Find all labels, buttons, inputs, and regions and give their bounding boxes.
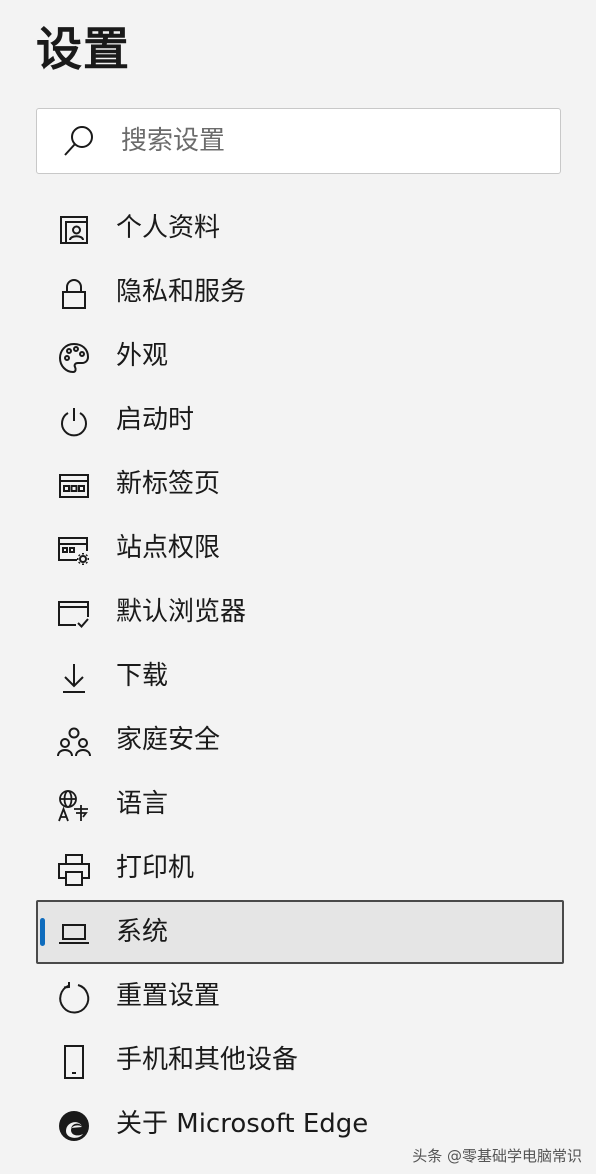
nav-item-label: 个人资料 bbox=[116, 213, 221, 243]
nav-item-label: 语言 bbox=[116, 789, 169, 819]
edge-icon bbox=[56, 1108, 92, 1144]
nav-item-label: 隐私和服务 bbox=[116, 277, 247, 307]
nav-item-label: 默认浏览器 bbox=[116, 597, 247, 627]
nav-item-printers[interactable]: 打印机 bbox=[36, 836, 564, 900]
page-title: 设置 bbox=[36, 22, 130, 76]
nav-item-label: 启动时 bbox=[116, 405, 195, 435]
profile-icon bbox=[56, 212, 92, 248]
nav-item-label: 重置设置 bbox=[116, 981, 221, 1011]
nav-item-label: 打印机 bbox=[116, 853, 195, 883]
nav-item-label: 关于 Microsoft Edge bbox=[116, 1109, 369, 1139]
search-input[interactable] bbox=[119, 125, 523, 157]
nav-item-label: 家庭安全 bbox=[116, 725, 221, 755]
nav-item-privacy[interactable]: 隐私和服务 bbox=[36, 260, 564, 324]
nav-item-profile[interactable]: 个人资料 bbox=[36, 196, 564, 260]
nav-item-label: 系统 bbox=[116, 917, 169, 947]
site-permissions-icon bbox=[56, 532, 92, 568]
nav-item-default-browser[interactable]: 默认浏览器 bbox=[36, 580, 564, 644]
nav-item-startup[interactable]: 启动时 bbox=[36, 388, 564, 452]
nav-item-label: 手机和其他设备 bbox=[116, 1045, 299, 1075]
new-tab-icon bbox=[56, 468, 92, 504]
nav-item-label: 站点权限 bbox=[116, 533, 221, 563]
selected-indicator bbox=[40, 918, 45, 946]
default-browser-icon bbox=[56, 596, 92, 632]
power-icon bbox=[56, 404, 92, 440]
nav-item-downloads[interactable]: 下载 bbox=[36, 644, 564, 708]
laptop-icon bbox=[56, 916, 92, 952]
nav-item-family-safety[interactable]: 家庭安全 bbox=[36, 708, 564, 772]
lock-icon bbox=[56, 276, 92, 312]
reset-icon bbox=[56, 980, 92, 1016]
family-icon bbox=[56, 724, 92, 760]
nav-item-label: 外观 bbox=[116, 341, 169, 371]
watermark: 头条 @零基础学电脑常识 bbox=[412, 1147, 582, 1165]
nav-item-new-tab[interactable]: 新标签页 bbox=[36, 452, 564, 516]
nav-item-system[interactable]: 系统 bbox=[36, 900, 564, 964]
nav-item-label: 新标签页 bbox=[116, 469, 221, 499]
language-icon bbox=[56, 788, 92, 824]
nav-item-phone-devices[interactable]: 手机和其他设备 bbox=[36, 1028, 564, 1092]
phone-icon bbox=[56, 1044, 92, 1080]
palette-icon bbox=[56, 340, 92, 376]
search-box[interactable] bbox=[36, 108, 561, 174]
search-icon bbox=[59, 121, 99, 161]
nav-item-reset-settings[interactable]: 重置设置 bbox=[36, 964, 564, 1028]
settings-nav: 个人资料 隐私和服务 外观 启动时 新标签页 站点权限 默认浏览器 下载 家庭安… bbox=[36, 196, 564, 1156]
nav-item-appearance[interactable]: 外观 bbox=[36, 324, 564, 388]
nav-item-label: 下载 bbox=[116, 661, 169, 691]
download-icon bbox=[56, 660, 92, 696]
printer-icon bbox=[56, 852, 92, 888]
nav-item-languages[interactable]: 语言 bbox=[36, 772, 564, 836]
nav-item-site-permissions[interactable]: 站点权限 bbox=[36, 516, 564, 580]
